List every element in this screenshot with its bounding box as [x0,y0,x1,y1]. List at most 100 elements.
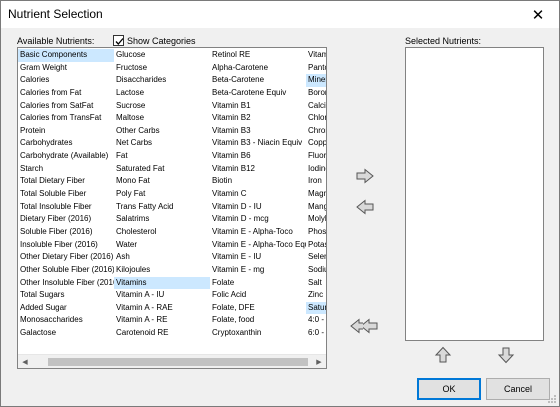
nutrient-item[interactable]: Iron [306,175,326,188]
available-nutrients-list[interactable]: Basic Components Gram Weight Calories Calor… [17,47,327,369]
nutrient-item[interactable]: Selen [306,251,326,264]
nutrient-item[interactable]: Other Carbs [114,125,210,138]
nutrient-item[interactable]: Disaccharides [114,74,210,87]
nutrient-item[interactable]: Beta-Carotene Equiv [210,87,306,100]
nutrient-item[interactable]: Potas [306,239,326,252]
nutrient-item[interactable]: Retinol RE [210,49,306,62]
nutrient-item[interactable]: Cholesterol [114,226,210,239]
nutrient-item[interactable]: Alpha-Carotene [210,62,306,75]
scroll-left-icon[interactable]: ◀ [18,355,32,368]
nutrient-item[interactable]: Protein [18,125,114,138]
nutrient-item[interactable]: Folate, food [210,314,306,327]
nutrient-item[interactable]: Chlori [306,112,326,125]
nutrient-item[interactable]: Zinc [306,289,326,302]
nutrient-item[interactable]: Satur [306,301,326,315]
selected-nutrients-list[interactable] [405,47,544,341]
nutrient-item[interactable]: Molyb [306,213,326,226]
nutrient-item[interactable]: Sodiu [306,264,326,277]
nutrient-item[interactable]: Carotenoid RE [114,327,210,340]
nutrient-item[interactable]: Added Sugar [18,302,114,315]
nutrient-item[interactable]: Poly Fat [114,188,210,201]
nutrient-item[interactable]: Calories [18,74,114,87]
nutrient-item[interactable]: Saturated Fat [114,163,210,176]
nutrient-item[interactable]: Vitamin B3 - Niacin Equiv [210,137,306,150]
nutrient-item[interactable]: Vitamin A - RAE [114,302,210,315]
nutrient-item[interactable]: Ash [114,251,210,264]
nutrient-item[interactable]: Calories from TransFat [18,112,114,125]
nutrient-item[interactable]: Biotin [210,175,306,188]
nutrient-item[interactable]: Beta-Carotene [210,74,306,87]
add-button[interactable] [354,167,376,185]
nutrient-item[interactable]: Vitamin B3 [210,125,306,138]
nutrient-item[interactable]: Total Dietary Fiber [18,175,114,188]
nutrient-item[interactable]: 6:0 - [306,327,326,340]
nutrient-item[interactable]: Vitamin D - IU [210,201,306,214]
nutrient-item[interactable]: Maltose [114,112,210,125]
nutrient-item[interactable]: Trans Fatty Acid [114,201,210,214]
cancel-button[interactable]: Cancel [486,378,550,400]
nutrient-item[interactable]: Salatrims [114,213,210,226]
nutrient-item[interactable]: Vitamin E - Alpha-Toco [210,226,306,239]
nutrient-item[interactable]: Carbohydrate (Available) [18,150,114,163]
nutrient-item[interactable]: Calciu [306,100,326,113]
nutrient-item[interactable]: Calories from Fat [18,87,114,100]
nutrient-item[interactable]: Iodine [306,163,326,176]
nutrient-item[interactable]: Gram Weight [18,62,114,75]
nutrient-item[interactable]: Glucose [114,49,210,62]
nutrient-item[interactable]: Other Insoluble Fiber (2016) [18,277,114,290]
nutrient-item[interactable]: Sucrose [114,100,210,113]
nutrient-item[interactable]: Coppe [306,137,326,150]
move-down-button[interactable] [495,346,517,364]
nutrient-item[interactable]: Vitamin D - mcg [210,213,306,226]
nutrient-item[interactable]: Folic Acid [210,289,306,302]
nutrient-item[interactable]: Fat [114,150,210,163]
move-up-button[interactable] [432,346,454,364]
nutrient-item[interactable]: Chron [306,125,326,138]
nutrient-item[interactable]: Lactose [114,87,210,100]
nutrient-item[interactable]: Vitamin B1 [210,100,306,113]
remove-all-button[interactable] [349,317,379,335]
nutrient-item[interactable]: Vitamins [114,276,210,290]
nutrient-item[interactable]: Fructose [114,62,210,75]
nutrient-item[interactable]: Insoluble Fiber (2016) [18,239,114,252]
nutrient-item[interactable]: Folate [210,277,306,290]
nutrient-item[interactable]: Basic Components [18,49,114,62]
nutrient-item[interactable]: Total Soluble Fiber [18,188,114,201]
nutrient-item[interactable]: Vitamin A - IU [114,289,210,302]
nutrient-item[interactable]: Cryptoxanthin [210,327,306,340]
horizontal-scrollbar[interactable]: ◀ ▶ [18,354,326,368]
show-categories-checkbox[interactable]: Show Categories [113,35,196,46]
nutrient-item[interactable]: Panto [306,62,326,75]
scrollbar-thumb[interactable] [48,358,308,366]
nutrient-item[interactable]: Mono Fat [114,175,210,188]
nutrient-item[interactable]: Vitamin E - mg [210,264,306,277]
nutrient-item[interactable]: Vitamin B12 [210,163,306,176]
nutrient-item[interactable]: Monosaccharides [18,314,114,327]
nutrient-item[interactable]: Dietary Fiber (2016) [18,213,114,226]
scroll-right-icon[interactable]: ▶ [312,355,326,368]
nutrient-item[interactable]: Salt [306,277,326,290]
nutrient-item[interactable]: Vitamin A - RE [114,314,210,327]
nutrient-item[interactable]: 4:0 - [306,314,326,327]
nutrient-item[interactable]: Total Insoluble Fiber [18,201,114,214]
remove-button[interactable] [354,198,376,216]
nutrient-item[interactable]: Other Dietary Fiber (2016) [18,251,114,264]
nutrient-item[interactable]: Net Carbs [114,137,210,150]
nutrient-item[interactable]: Vitamin B2 [210,112,306,125]
nutrient-item[interactable]: Water [114,239,210,252]
nutrient-item[interactable]: Galactose [18,327,114,340]
nutrient-item[interactable]: Vitamin E - IU [210,251,306,264]
nutrient-item[interactable]: Vitam [306,49,326,62]
ok-button[interactable]: OK [417,378,481,400]
resize-grip-icon[interactable] [547,394,557,404]
nutrient-item[interactable]: Soluble Fiber (2016) [18,226,114,239]
nutrient-item[interactable]: Folate, DFE [210,302,306,315]
nutrient-item[interactable]: Starch [18,163,114,176]
nutrient-item[interactable]: Vitamin C [210,188,306,201]
nutrient-item[interactable]: Kilojoules [114,264,210,277]
close-button[interactable]: ✕ [517,1,559,28]
nutrient-item[interactable]: Calories from SatFat [18,100,114,113]
nutrient-item[interactable]: Vitamin E - Alpha-Toco Equiv [210,239,306,252]
nutrient-item[interactable]: Carbohydrates [18,137,114,150]
nutrient-item[interactable]: Total Sugars [18,289,114,302]
